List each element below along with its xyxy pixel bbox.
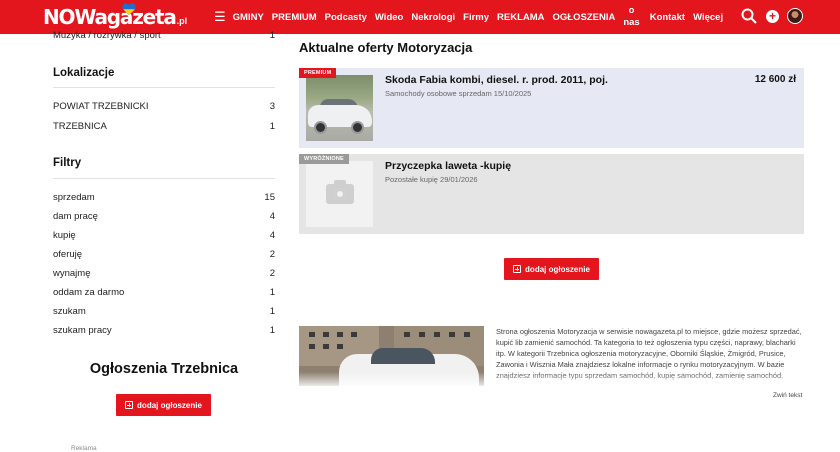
site-logo[interactable]: NOWagazeta .pl bbox=[43, 3, 187, 29]
filter-item-wynajme[interactable]: wynajmę 2 bbox=[53, 268, 275, 279]
nav-premium[interactable]: PREMIUM bbox=[272, 12, 317, 23]
location-count: 3 bbox=[269, 101, 275, 112]
nav-firmy[interactable]: Firmy bbox=[463, 12, 489, 23]
building-window bbox=[309, 332, 315, 337]
page-title: Aktualne oferty Motoryzacja bbox=[299, 40, 473, 55]
listing-meta: Pozostałe kupię 29/01/2026 bbox=[385, 175, 478, 184]
nav-wideo[interactable]: Wideo bbox=[375, 12, 403, 23]
nav-ogloszenia[interactable]: OGŁOSZENIA bbox=[553, 12, 616, 23]
location-item-trzebnica[interactable]: TRZEBNICA 1 bbox=[53, 121, 275, 132]
filter-item-dam-prace[interactable]: dam pracę 4 bbox=[53, 211, 275, 222]
car-wheel bbox=[314, 121, 327, 134]
add-ad-label: dodaj ogłoszenie bbox=[137, 400, 202, 410]
building-window bbox=[464, 332, 470, 337]
logo-text: NOWagazeta bbox=[43, 5, 177, 29]
filter-item-oddam-za-darmo[interactable]: oddam za darmo 1 bbox=[53, 287, 275, 298]
filter-label: szukam bbox=[53, 306, 86, 317]
car-wheel bbox=[351, 121, 364, 134]
nav-kontakt[interactable]: Kontakt bbox=[650, 12, 685, 23]
filter-item-sprzedam[interactable]: sprzedam 15 bbox=[53, 192, 275, 203]
divider bbox=[53, 87, 275, 88]
nav-gminy[interactable]: GMINY bbox=[233, 12, 264, 23]
nav-wiecej[interactable]: Więcej bbox=[693, 12, 723, 23]
category-item-label: Muzyka / rozrywka / sport bbox=[53, 30, 161, 41]
add-ad-label: dodaj ogłoszenie bbox=[525, 264, 590, 274]
filter-label: sprzedam bbox=[53, 192, 95, 203]
add-ad-button-main[interactable]: dodaj ogłoszenie bbox=[504, 258, 599, 280]
listing-card[interactable]: PREMIUM Skoda Fabia kombi, diesel. r. pr… bbox=[299, 68, 804, 148]
filter-item-oferuje[interactable]: oferuję 2 bbox=[53, 249, 275, 260]
divider bbox=[53, 178, 275, 179]
plus-square-icon bbox=[125, 401, 134, 409]
listing-price: 12 600 zł bbox=[754, 74, 796, 85]
header-actions: + bbox=[740, 7, 803, 25]
ad-label: Reklama bbox=[71, 445, 97, 452]
building-window bbox=[337, 332, 343, 337]
filter-label: kupię bbox=[53, 230, 76, 241]
building-window bbox=[449, 332, 455, 337]
plus-icon[interactable]: + bbox=[766, 9, 779, 23]
listing-title[interactable]: Skoda Fabia kombi, diesel. r. prod. 2011… bbox=[385, 74, 608, 86]
filter-count: 1 bbox=[269, 287, 275, 298]
listing-photo[interactable] bbox=[306, 75, 373, 141]
filter-count: 1 bbox=[269, 306, 275, 317]
heart-flag-icon bbox=[122, 3, 136, 15]
search-icon[interactable] bbox=[740, 7, 758, 25]
plus-square-icon bbox=[513, 265, 522, 273]
filter-count: 15 bbox=[264, 192, 275, 203]
filter-count: 1 bbox=[269, 325, 275, 336]
text-fade bbox=[299, 372, 809, 388]
add-ad-button-sidebar[interactable]: dodaj ogłoszenie bbox=[116, 394, 211, 416]
nav-reklama[interactable]: REKLAMA bbox=[497, 12, 545, 23]
filter-item-szukam-pracy[interactable]: szukam pracy 1 bbox=[53, 325, 275, 336]
building-window bbox=[404, 332, 410, 337]
filter-label: oddam za darmo bbox=[53, 287, 125, 298]
premium-badge: PREMIUM bbox=[299, 68, 337, 78]
city-ads-title: Ogłoszenia Trzebnica bbox=[89, 361, 239, 377]
listing-card[interactable]: WYRÓŻNIONE Przyczepka laweta -kupię Pozo… bbox=[299, 154, 804, 234]
nav-o-nas-top: o bbox=[628, 5, 635, 16]
camera-icon bbox=[326, 180, 354, 204]
building-window bbox=[309, 344, 315, 349]
building-window bbox=[434, 332, 440, 337]
car-window bbox=[371, 348, 435, 364]
menu-icon[interactable]: ☰ bbox=[214, 9, 226, 25]
main-nav: ☰ GMINY PREMIUM Podcasty Wideo Nekrologi… bbox=[214, 0, 731, 34]
category-item-cut[interactable]: Muzyka / rozrywka / sport 1 bbox=[53, 30, 275, 41]
location-label: POWIAT TRZEBNICKI bbox=[53, 101, 149, 112]
location-label: TRZEBNICA bbox=[53, 121, 107, 132]
building-window bbox=[351, 332, 357, 337]
building-window bbox=[419, 332, 425, 337]
listing-meta: Samochody osobowe sprzedam 15/10/2025 bbox=[385, 89, 532, 98]
top-navigation-bar: NOWagazeta .pl ☰ GMINY PREMIUM Podcasty … bbox=[0, 0, 840, 34]
logo-suffix: .pl bbox=[176, 16, 188, 26]
filter-item-kupie[interactable]: kupię 4 bbox=[53, 230, 275, 241]
nav-podcasty[interactable]: Podcasty bbox=[325, 12, 367, 23]
filter-label: dam pracę bbox=[53, 211, 98, 222]
nav-nekrologi[interactable]: Nekrologi bbox=[411, 12, 455, 23]
filter-item-szukam[interactable]: szukam 1 bbox=[53, 306, 275, 317]
location-item-powiat-trzebnicki[interactable]: POWIAT TRZEBNICKI 3 bbox=[53, 101, 275, 112]
building-window bbox=[323, 332, 329, 337]
filter-label: szukam pracy bbox=[53, 325, 112, 336]
building-window bbox=[323, 344, 329, 349]
listing-photo-placeholder[interactable] bbox=[306, 161, 373, 227]
filter-count: 2 bbox=[269, 268, 275, 279]
filter-label: oferuję bbox=[53, 249, 83, 260]
nav-o-nas-bottom: nas bbox=[623, 17, 640, 28]
listing-title[interactable]: Przyczepka laweta -kupię bbox=[385, 160, 511, 172]
filter-label: wynajmę bbox=[53, 268, 91, 279]
locations-heading: Lokalizacje bbox=[53, 67, 115, 79]
location-count: 1 bbox=[269, 121, 275, 132]
filter-count: 4 bbox=[269, 211, 275, 222]
category-item-count: 1 bbox=[269, 30, 275, 41]
featured-badge: WYRÓŻNIONE bbox=[299, 154, 349, 164]
building-window bbox=[337, 344, 343, 349]
filters-heading: Filtry bbox=[53, 157, 82, 169]
avatar[interactable] bbox=[787, 8, 803, 24]
filter-count: 4 bbox=[269, 230, 275, 241]
collapse-text-link[interactable]: Zwiń tekst bbox=[773, 392, 802, 399]
nav-o-nas[interactable]: o nas bbox=[623, 5, 639, 29]
filter-count: 2 bbox=[269, 249, 275, 260]
